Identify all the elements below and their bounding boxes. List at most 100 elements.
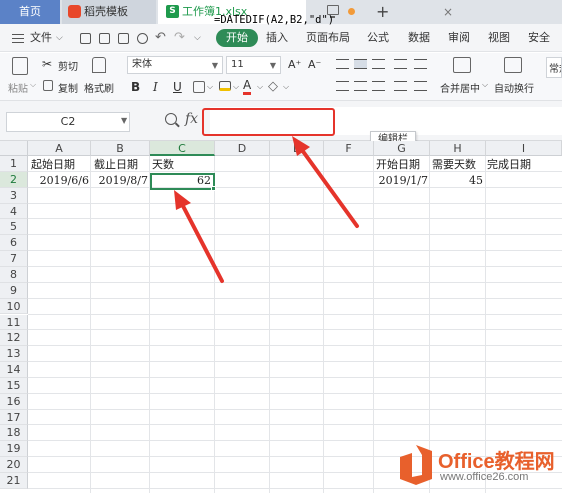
insert-function-fx-icon[interactable]: fx xyxy=(185,111,198,127)
column-header-h[interactable]: H xyxy=(430,141,486,156)
column-header-e[interactable]: E xyxy=(270,141,324,156)
align-top-icon[interactable] xyxy=(336,59,349,69)
row-header-7[interactable]: 7 xyxy=(0,251,28,267)
row-header-15[interactable]: 15 xyxy=(0,377,28,394)
row-header-6[interactable]: 6 xyxy=(0,235,28,252)
select-all-corner[interactable] xyxy=(0,141,28,156)
border-icon[interactable] xyxy=(193,81,205,93)
copy-button[interactable]: 复制 xyxy=(58,80,78,95)
fill-color-icon[interactable] xyxy=(219,81,231,91)
row-header-21[interactable]: 21 xyxy=(0,473,28,489)
column-header-g[interactable]: G xyxy=(374,141,430,156)
align-center-icon[interactable] xyxy=(354,81,367,91)
clear-dropdown-icon[interactable]: ⌵ xyxy=(283,82,289,92)
merge-center-button[interactable]: 合并居中 xyxy=(440,80,480,95)
align-right-icon[interactable] xyxy=(372,81,385,91)
column-header-c[interactable]: C xyxy=(150,141,215,156)
print-preview-icon[interactable] xyxy=(137,33,148,44)
menu-review[interactable]: 审阅 xyxy=(448,24,470,52)
column-header-b[interactable]: B xyxy=(91,141,150,156)
cell-h1[interactable]: 需要天数 xyxy=(432,157,476,173)
underline-button[interactable]: U xyxy=(173,79,182,95)
row-header-9[interactable]: 9 xyxy=(0,282,28,299)
menu-formulas[interactable]: 公式 xyxy=(367,24,389,52)
redo-icon[interactable]: ↷ xyxy=(174,24,185,52)
cell-i1[interactable]: 完成日期 xyxy=(487,157,531,173)
cell-a1[interactable]: 起始日期 xyxy=(31,157,75,173)
align-middle-icon[interactable] xyxy=(354,59,367,69)
row-header-18[interactable]: 18 xyxy=(0,425,28,442)
row-header-2[interactable]: 2 xyxy=(0,171,28,188)
close-tab-icon[interactable]: × xyxy=(443,0,453,24)
font-grow-button[interactable]: A⁺ xyxy=(288,58,301,71)
cell-c1[interactable]: 天数 xyxy=(152,157,174,173)
export-pdf-icon[interactable] xyxy=(99,33,110,44)
number-format-select[interactable]: 常规 xyxy=(546,57,562,78)
italic-button[interactable]: I xyxy=(153,79,158,95)
column-header-a[interactable]: A xyxy=(28,141,91,156)
format-painter-button[interactable]: 格式刷 xyxy=(84,80,114,95)
row-header-1[interactable]: 1 xyxy=(0,156,28,172)
zoom-search-icon[interactable] xyxy=(165,113,177,125)
fill-handle[interactable] xyxy=(211,186,216,191)
save-icon[interactable] xyxy=(80,33,91,44)
font-name-select[interactable]: 宋体 ▼ xyxy=(127,56,223,74)
undo-icon[interactable]: ↶ xyxy=(155,24,166,52)
new-tab-plus-icon[interactable]: + xyxy=(376,0,389,24)
row-header-3[interactable]: 3 xyxy=(0,187,28,204)
row-header-4[interactable]: 4 xyxy=(0,203,28,220)
distribute-icon[interactable] xyxy=(414,81,427,91)
row-header-13[interactable]: 13 xyxy=(0,346,28,363)
wrap-text-button[interactable]: 自动换行 xyxy=(494,80,534,95)
menu-view[interactable]: 视图 xyxy=(488,24,510,52)
row-header-16[interactable]: 16 xyxy=(0,393,28,410)
paste-button[interactable]: 粘贴 xyxy=(8,80,28,95)
quick-access-dropdown-icon[interactable]: ⌵ xyxy=(194,24,201,52)
menu-start[interactable]: 开始 xyxy=(216,29,258,47)
align-left-icon[interactable] xyxy=(336,81,349,91)
row-header-11[interactable]: 11 xyxy=(0,314,28,331)
font-size-select[interactable]: 11 ▼ xyxy=(226,56,281,74)
chevron-down-icon[interactable]: ⌵ xyxy=(56,24,63,52)
font-shrink-button[interactable]: A⁻ xyxy=(308,58,321,71)
menu-page-layout[interactable]: 页面布局 xyxy=(306,24,350,52)
row-header-5[interactable]: 5 xyxy=(0,219,28,236)
tab-home[interactable]: 首页 xyxy=(0,0,60,24)
align-bottom-icon[interactable] xyxy=(372,59,385,69)
font-color-icon[interactable]: A xyxy=(243,79,252,95)
cell-g2[interactable]: 2019/1/7 xyxy=(374,173,428,189)
menu-insert[interactable]: 插入 xyxy=(266,24,288,52)
cell-h2[interactable]: 45 xyxy=(430,173,483,189)
indent-icon[interactable] xyxy=(394,59,407,69)
merge-dropdown-icon[interactable]: ⌵ xyxy=(482,80,488,90)
paste-icon[interactable] xyxy=(12,57,28,75)
fill-dropdown-icon[interactable]: ⌵ xyxy=(233,82,239,92)
column-header-i[interactable]: I xyxy=(486,141,562,156)
paste-dropdown-icon[interactable]: ⌵ xyxy=(30,80,36,90)
border-dropdown-icon[interactable]: ⌵ xyxy=(207,82,213,92)
justify-icon[interactable] xyxy=(394,81,407,91)
cell-g1[interactable]: 开始日期 xyxy=(376,157,420,173)
hamburger-icon[interactable] xyxy=(12,34,24,43)
name-box-dropdown-icon[interactable]: ▼ xyxy=(121,116,127,125)
name-box[interactable]: C2 xyxy=(6,112,130,132)
row-header-17[interactable]: 17 xyxy=(0,409,28,426)
row-header-10[interactable]: 10 xyxy=(0,298,28,315)
menu-data[interactable]: 数据 xyxy=(408,24,430,52)
clear-format-icon[interactable]: ◇ xyxy=(268,79,278,94)
row-header-20[interactable]: 20 xyxy=(0,457,28,473)
outdent-icon[interactable] xyxy=(414,59,427,69)
cell-b2[interactable]: 2019/8/7 xyxy=(91,173,148,189)
tab-docer-templates[interactable]: 稻壳模板 xyxy=(62,0,156,24)
bold-button[interactable]: B xyxy=(131,79,140,95)
column-header-d[interactable]: D xyxy=(215,141,270,156)
cell-b1[interactable]: 截止日期 xyxy=(94,157,138,173)
row-header-8[interactable]: 8 xyxy=(0,266,28,283)
menu-security[interactable]: 安全 xyxy=(528,24,550,52)
print-icon[interactable] xyxy=(118,33,129,44)
row-header-12[interactable]: 12 xyxy=(0,330,28,347)
menu-file[interactable]: 文件 xyxy=(30,24,52,52)
row-header-14[interactable]: 14 xyxy=(0,362,28,378)
column-header-f[interactable]: F xyxy=(324,141,374,156)
font-color-dropdown-icon[interactable]: ⌵ xyxy=(257,82,263,92)
